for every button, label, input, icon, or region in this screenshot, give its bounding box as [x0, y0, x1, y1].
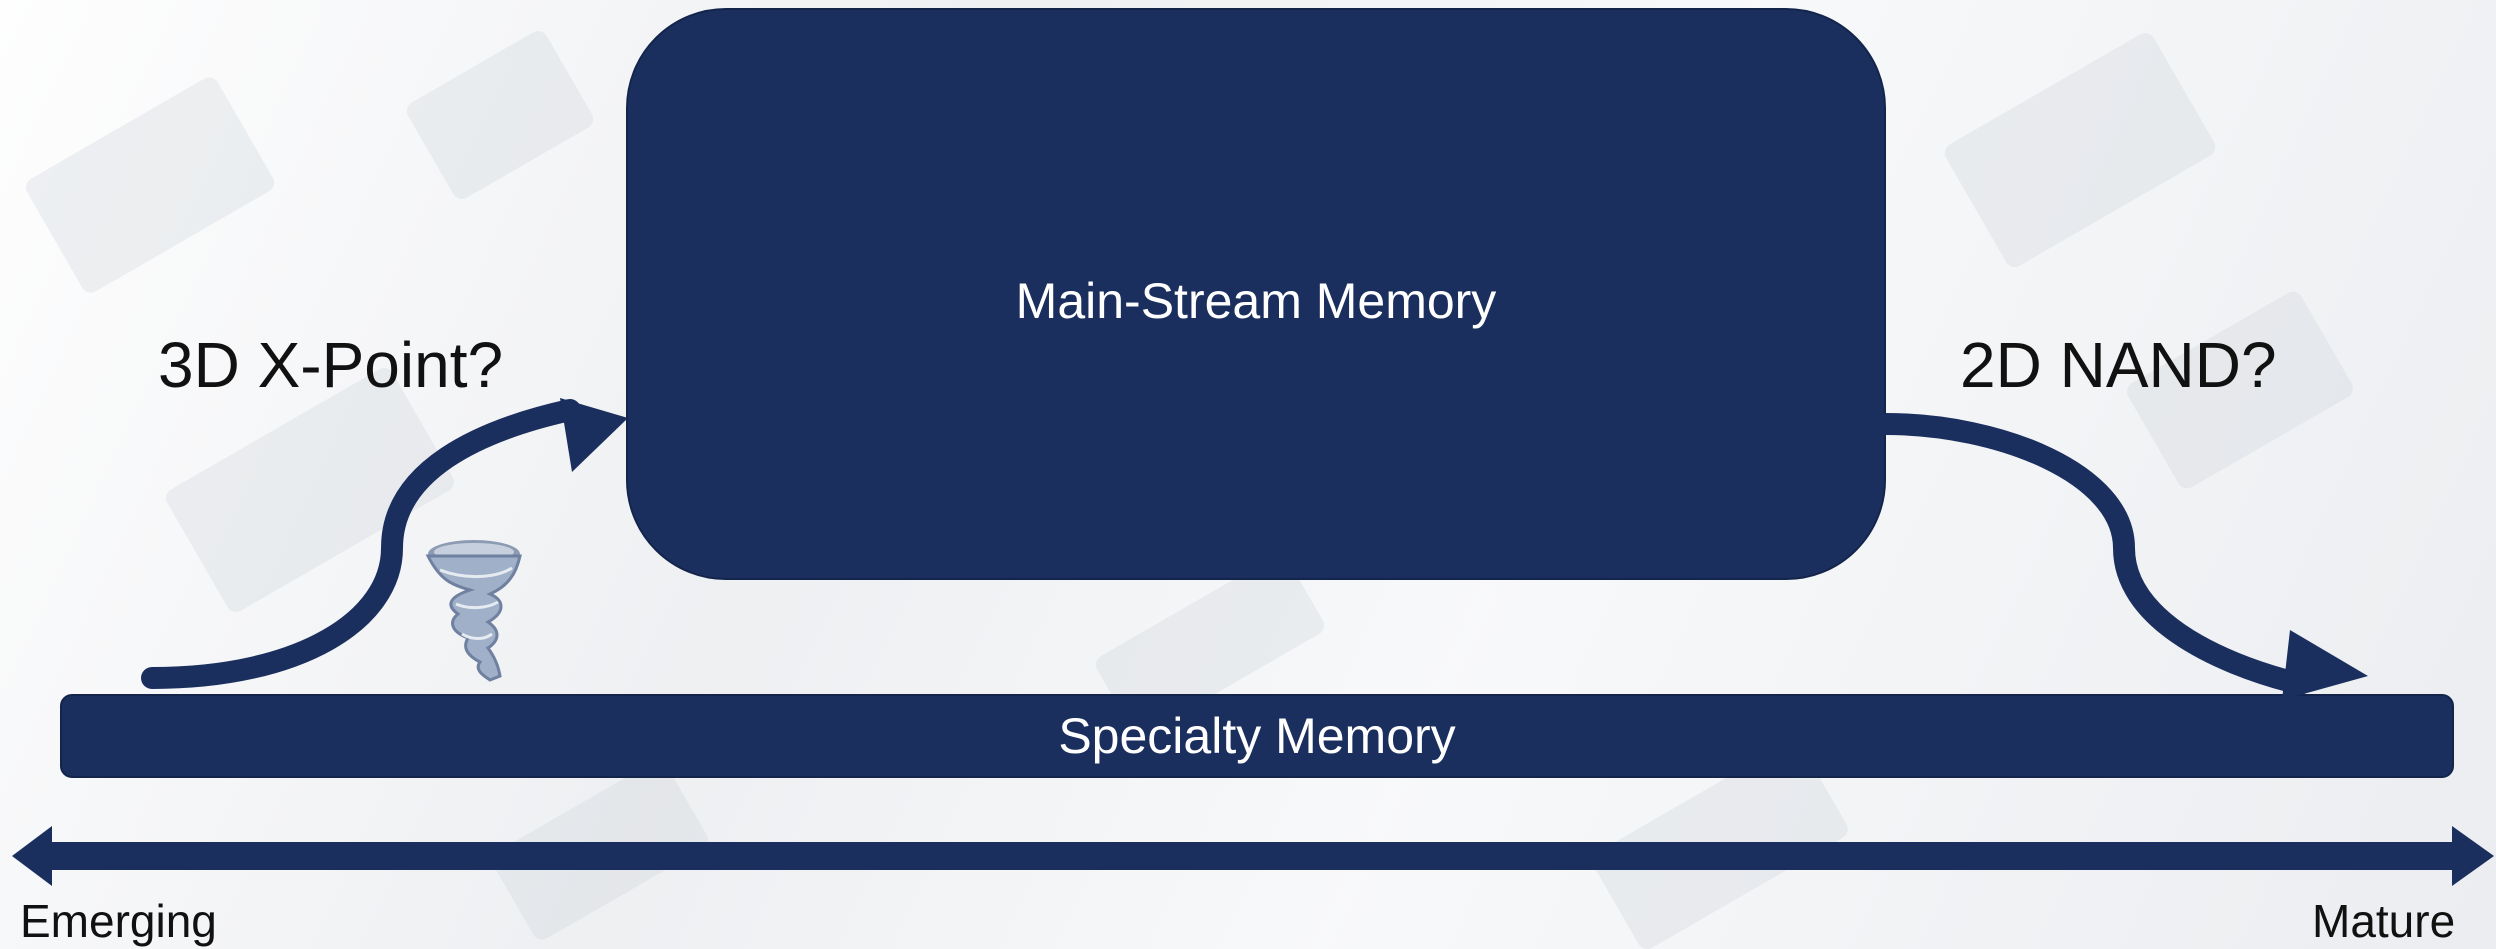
- rising-arrow-head: [560, 398, 628, 472]
- arrows-layer: [12, 398, 2494, 886]
- axis-left-arrowhead: [12, 826, 52, 886]
- axis-right-arrowhead: [2452, 826, 2494, 886]
- rising-arrow-curve: [141, 399, 581, 689]
- descending-arrow-curve: [1875, 413, 2311, 695]
- diagram-canvas: Main-Stream Memory Specialty Memory 3D X…: [0, 0, 2496, 949]
- descending-arrow-head: [2282, 630, 2368, 700]
- tornado-icon: [425, 540, 522, 682]
- maturity-axis-line: [40, 842, 2460, 870]
